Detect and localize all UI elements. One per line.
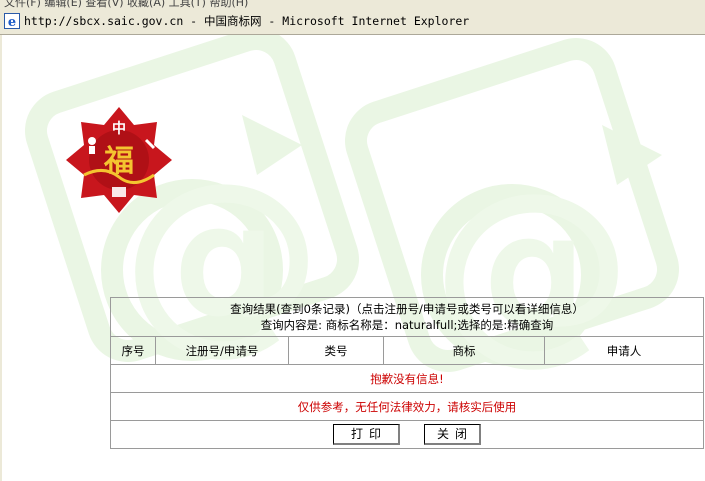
summary-line-2: 查询内容是: 商标名称是：naturalfull;选择的是:精确查询: [260, 318, 554, 332]
col-header-applicant: 申请人: [544, 336, 704, 365]
results-summary: 查询结果(查到0条记录)（点击注册号/申请号或类号可以看详细信息） 查询内容是:…: [110, 297, 704, 337]
window-titlebar: e http://sbcx.saic.gov.cn - 中国商标网 - Micr…: [0, 8, 705, 35]
page-content: @ @ 中 福 查询结果(查到0条记录)（点击注册号/申请号或类号可以看详细信息…: [0, 35, 705, 481]
menu-bar-text: 文件(F) 编辑(E) 查看(V) 收藏(A) 工具(T) 帮助(H): [4, 0, 249, 8]
disclaimer: 仅供参考，无任何法律效力，请核实后使用: [110, 392, 704, 421]
close-button[interactable]: 关闭: [424, 424, 481, 445]
col-header-class: 类号: [288, 336, 384, 365]
summary-line-1: 查询结果(查到0条记录)（点击注册号/申请号或类号可以看详细信息）: [230, 302, 584, 316]
internet-explorer-icon: e: [4, 13, 20, 29]
print-button[interactable]: 打印: [333, 424, 400, 445]
table-header-row: 序号 注册号/申请号 类号 商标 申请人: [110, 336, 704, 365]
empty-message: 抱歉没有信息!: [110, 364, 704, 393]
logo-top-char: 中: [112, 120, 126, 137]
trademark-logo: 中 福: [66, 107, 172, 213]
svg-text:e: e: [8, 15, 16, 29]
button-row: 打印 关闭: [110, 420, 704, 449]
col-header-reg-number: 注册号/申请号: [155, 336, 289, 365]
col-header-trademark: 商标: [383, 336, 545, 365]
window-title: http://sbcx.saic.gov.cn - 中国商标网 - Micros…: [24, 14, 470, 28]
col-header-index: 序号: [110, 336, 156, 365]
results-table: 查询结果(查到0条记录)（点击注册号/申请号或类号可以看详细信息） 查询内容是:…: [110, 297, 704, 449]
logo-center-char: 福: [103, 144, 134, 179]
menu-bar: 文件(F) 编辑(E) 查看(V) 收藏(A) 工具(T) 帮助(H): [0, 0, 705, 8]
